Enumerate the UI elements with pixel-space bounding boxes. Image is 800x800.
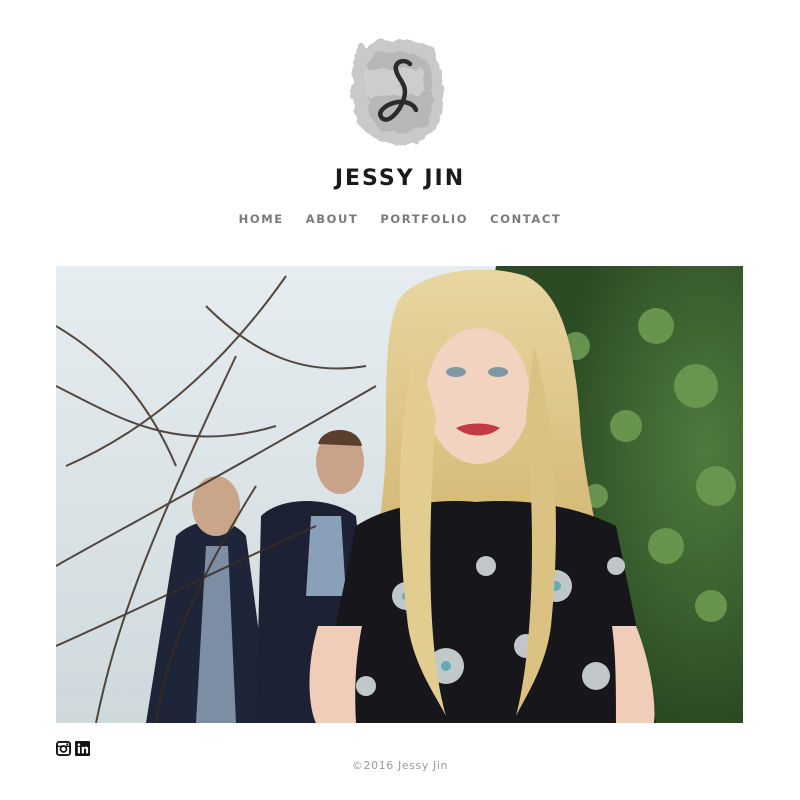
nav-item-about[interactable]: ABOUT [306,210,359,228]
instagram-icon [56,741,71,756]
brush-stroke-j-monogram-icon [351,39,444,146]
linkedin-icon [75,741,90,756]
footer-copyright: ©2016 Jessy Jin [351,759,449,772]
nav-item-contact[interactable]: CONTACT [490,210,561,228]
social-links [56,741,90,756]
nav-item-portfolio[interactable]: PORTFOLIO [380,210,468,228]
site-title[interactable]: JESSY JIN [0,164,800,194]
linkedin-link[interactable] [75,741,90,756]
nav-item-home[interactable]: HOME [239,210,284,228]
hero-image [56,266,743,723]
hero-photo [56,266,743,723]
page: JESSY JIN HOME ABOUT PORTFOLIO CONTACT ©… [0,0,800,800]
main-nav: HOME ABOUT PORTFOLIO CONTACT [0,210,800,228]
site-logo[interactable] [342,32,452,150]
instagram-link[interactable] [56,741,71,756]
